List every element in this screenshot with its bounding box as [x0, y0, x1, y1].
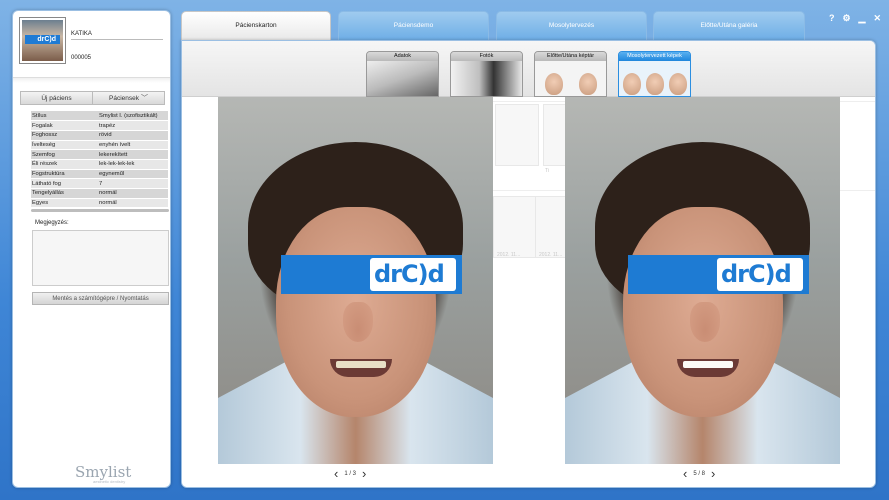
chevron-down-icon: ﹀: [141, 95, 148, 102]
chevron-right-icon[interactable]: ›: [711, 467, 715, 480]
attribute-key: Éli részek: [31, 159, 98, 170]
patient-name: KATIKA: [71, 31, 163, 40]
patient-id: 000005: [71, 55, 92, 61]
thumbnail: [495, 104, 539, 166]
attribute-value: trapéz: [98, 120, 168, 131]
eye-cover-band: drC)d: [628, 255, 809, 294]
eye-cover-band: drC)d: [281, 255, 462, 294]
attribute-row: Tengelyállás normál: [31, 188, 168, 199]
attribute-value: lek-lek-lek-lek: [98, 159, 168, 170]
avatar-logo-text: drC)d: [37, 36, 56, 43]
subtab-data-label: Adatok: [367, 52, 438, 61]
smiling-faces-icon: [619, 61, 690, 96]
new-patient-button[interactable]: Új páciens: [20, 91, 93, 105]
subtab-photos-label: Fotók: [451, 52, 522, 61]
close-icon[interactable]: ✕: [873, 13, 881, 24]
attribute-value: 7: [98, 178, 168, 189]
patient-actions: Új páciens Páciensek ﹀: [20, 91, 165, 105]
attribute-row: Látható fog 7: [31, 178, 168, 189]
main-tabs: Pácienskarton Páciensdemo Mosolytervezés…: [181, 11, 806, 41]
patient-sidebar: drC)d KATIKA 000005 Új páciens Páciensek…: [12, 10, 171, 488]
attribute-value: Smylist I. (szofisztikált): [98, 111, 168, 122]
notes-textarea[interactable]: [32, 230, 169, 286]
subtab-data[interactable]: Adatok: [366, 51, 439, 97]
subtab-before-after-label: Előtte/Utána képtár: [535, 52, 606, 61]
thumbnail-date: 2012. 11...: [497, 252, 521, 258]
subtab-photos[interactable]: Fotók: [450, 51, 523, 97]
drcd-logo: drC)d: [370, 258, 456, 291]
patients-dropdown[interactable]: Páciensek ﹀: [93, 91, 165, 105]
attribute-row: Egyes normál: [31, 198, 168, 209]
attribute-row: Éli részek lek-lek-lek-lek: [31, 159, 168, 170]
attribute-key: Fogstruktúra: [31, 169, 98, 180]
attribute-value: rövid: [98, 130, 168, 141]
save-print-button[interactable]: Mentés a számítógépre / Nyomtatás: [32, 292, 169, 305]
drcd-logo-text: drC)d: [721, 260, 792, 288]
window-controls: ? ⚙ ▁ ✕: [829, 13, 881, 24]
photo-viewer-area: Ti 2012. 11... 2012. 11... drC)d ‹ 1 / 3…: [182, 97, 875, 487]
tab-patient-card[interactable]: Pácienskarton: [181, 11, 331, 41]
attribute-value: enyhén ívelt: [98, 140, 168, 151]
left-pager: ‹ 1 / 3 ›: [334, 467, 366, 480]
attribute-row: Fogstruktúra egyneműl: [31, 169, 168, 180]
subtab-designed-smiles-label: Mosolytervezett képek: [619, 52, 690, 61]
right-pager: ‹ 5 / 8 ›: [683, 467, 715, 480]
left-page-indicator: 1 / 3: [344, 471, 357, 477]
patients-dropdown-label: Páciensek: [109, 95, 139, 102]
right-page-indicator: 5 / 8: [693, 471, 706, 477]
attribute-key: Látható fog: [31, 178, 98, 189]
attribute-key: Foghossz: [31, 130, 98, 141]
chevron-right-icon[interactable]: ›: [362, 467, 366, 480]
gear-icon[interactable]: ⚙: [842, 13, 850, 24]
divider: [13, 77, 170, 83]
thumbnail-date: 2012. 11...: [539, 252, 563, 258]
tab-smile-design[interactable]: Mosolytervezés: [496, 11, 647, 41]
attribute-row: Szemfog lekerekített: [31, 149, 168, 160]
thumbnail-letter: Ti: [545, 168, 549, 174]
attribute-key: Tengelyállás: [31, 188, 98, 199]
attribute-key: Stílus: [31, 111, 98, 122]
notes-label: Megjegyzés:: [35, 220, 69, 226]
designed-smile-photo[interactable]: drC)d: [565, 97, 840, 464]
keyboard-hand-icon: [367, 61, 438, 96]
attribute-value: normál: [98, 198, 168, 209]
chevron-left-icon[interactable]: ‹: [334, 467, 338, 480]
attribute-key: Ívelteség: [31, 140, 98, 151]
patient-attributes-table: Stílus Smylist I. (szofisztikált) Fogalak t…: [31, 111, 168, 209]
attribute-row: Foghossz rövid: [31, 130, 168, 141]
attribute-row: Fogalak trapéz: [31, 120, 168, 131]
main-panel: Adatok Fotók Előtte/Utána képtár Mosolyt…: [181, 40, 876, 488]
minimize-icon[interactable]: ▁: [859, 13, 866, 24]
help-icon[interactable]: ?: [829, 13, 835, 24]
attribute-row: Stílus Smylist I. (szofisztikált): [31, 111, 168, 122]
subtab-before-after[interactable]: Előtte/Utána képtár: [534, 51, 607, 97]
attribute-key: Szemfog: [31, 149, 98, 160]
drcd-logo: drC)d: [717, 258, 803, 291]
chevron-left-icon[interactable]: ‹: [683, 467, 687, 480]
smylist-logo-subtitle: aesthetic dentistry: [93, 479, 126, 484]
drcd-logo-text: drC)d: [374, 260, 445, 288]
faces-icon: [535, 61, 606, 96]
attribute-key: Egyes: [31, 198, 98, 209]
attribute-key: Fogalak: [31, 120, 98, 131]
photographer-icon: [451, 61, 522, 96]
patient-avatar[interactable]: drC)d: [19, 17, 66, 64]
new-patient-label: Új páciens: [41, 95, 72, 102]
tab-before-after-gallery[interactable]: Előtte/Utána galéria: [653, 11, 805, 41]
attribute-row: Ívelteség enyhén ívelt: [31, 140, 168, 151]
thumbnail: [493, 196, 537, 258]
attribute-value: lekerekített: [98, 149, 168, 160]
before-photo[interactable]: drC)d: [218, 97, 493, 464]
divider: [31, 209, 169, 212]
attribute-value: egyneműl: [98, 169, 168, 180]
subtab-bar: Adatok Fotók Előtte/Utána képtár Mosolyt…: [182, 41, 875, 97]
tab-patient-demo[interactable]: Páciensdemo: [338, 11, 489, 41]
attribute-value: normál: [98, 188, 168, 199]
subtab-designed-smiles[interactable]: Mosolytervezett képek: [618, 51, 691, 97]
